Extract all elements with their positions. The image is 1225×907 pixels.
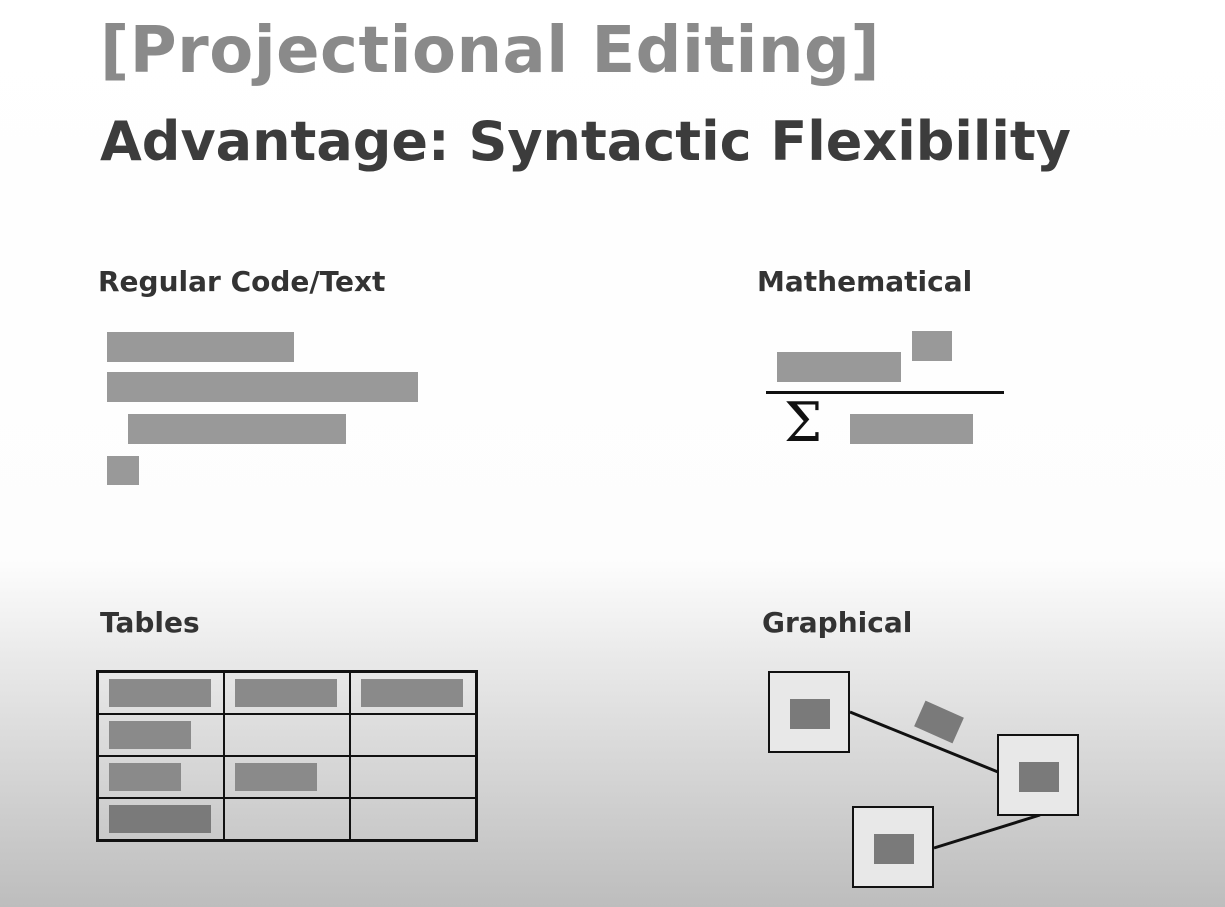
graph-node bbox=[997, 734, 1079, 816]
regular-code-label: Regular Code/Text bbox=[98, 265, 386, 298]
exponent-bar bbox=[912, 331, 952, 361]
table-cell bbox=[349, 797, 478, 842]
tables-label: Tables bbox=[100, 606, 200, 639]
graph-edge bbox=[933, 813, 1041, 850]
node-content-bar bbox=[874, 834, 914, 864]
slide-subtitle: Advantage: Syntactic Flexibility bbox=[100, 110, 1071, 173]
cell-bar bbox=[235, 679, 337, 707]
table-row bbox=[96, 670, 478, 715]
table-cell bbox=[223, 670, 351, 715]
table-cell bbox=[349, 755, 478, 799]
table-illustration bbox=[96, 670, 478, 842]
cell-bar bbox=[235, 763, 317, 791]
numerator-bar bbox=[777, 352, 901, 382]
table-row bbox=[96, 713, 478, 757]
edge-label-bar bbox=[914, 700, 964, 744]
graphical-label: Graphical bbox=[762, 606, 913, 639]
table-cell bbox=[96, 713, 225, 757]
cell-bar bbox=[361, 679, 463, 707]
code-line-bar bbox=[107, 456, 139, 485]
mathematical-label: Mathematical bbox=[757, 265, 973, 298]
slide-title: [Projectional Editing] bbox=[100, 14, 881, 88]
cell-bar bbox=[109, 763, 181, 791]
table-cell bbox=[96, 797, 225, 842]
table-row bbox=[96, 797, 478, 842]
graph-edge bbox=[849, 710, 999, 774]
table-cell bbox=[223, 755, 351, 799]
node-content-bar bbox=[1019, 762, 1059, 792]
table-cell bbox=[96, 755, 225, 799]
sigma-symbol: Σ bbox=[784, 391, 823, 454]
table-cell bbox=[349, 713, 478, 757]
cell-bar bbox=[109, 805, 211, 833]
table-row bbox=[96, 755, 478, 799]
table-cell bbox=[223, 713, 351, 757]
code-line-bar bbox=[107, 372, 418, 402]
graph-node bbox=[768, 671, 850, 753]
cell-bar bbox=[109, 721, 191, 749]
code-line-bar bbox=[107, 332, 294, 362]
cell-bar bbox=[109, 679, 211, 707]
code-line-bar bbox=[128, 414, 346, 444]
node-content-bar bbox=[790, 699, 830, 729]
table-cell bbox=[96, 670, 225, 715]
graph-node bbox=[852, 806, 934, 888]
table-cell bbox=[349, 670, 478, 715]
denominator-bar bbox=[850, 414, 973, 444]
table-cell bbox=[223, 797, 351, 842]
